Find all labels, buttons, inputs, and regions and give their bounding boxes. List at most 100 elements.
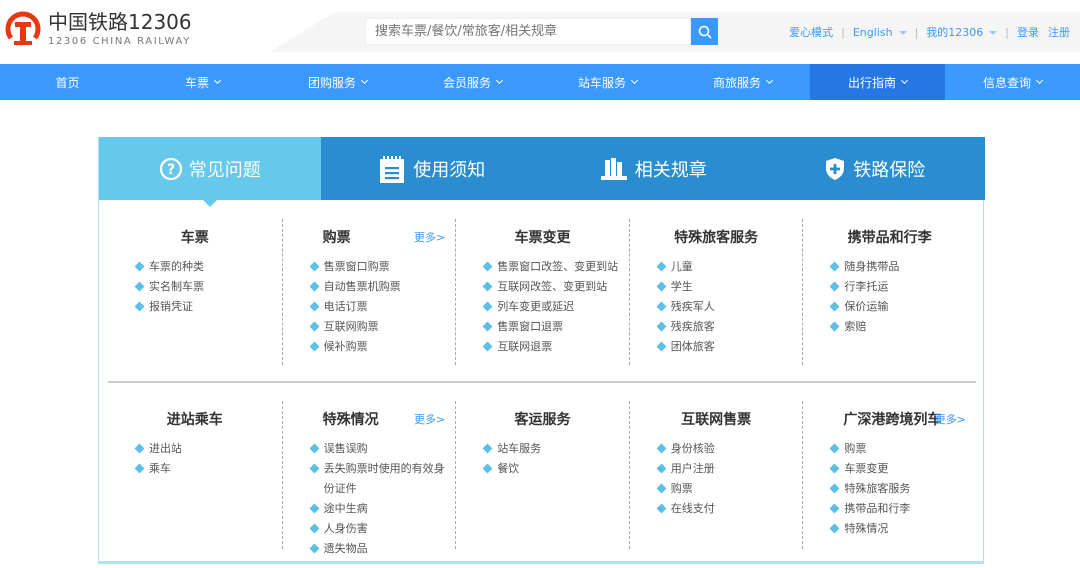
faq-link[interactable]: 特殊旅客服务 xyxy=(830,479,970,499)
faq-link[interactable]: 购票 xyxy=(830,439,970,459)
faq-link[interactable]: 残疾军人 xyxy=(657,297,797,317)
faq-link[interactable]: 售票窗口购票 xyxy=(310,257,450,277)
faq-link[interactable]: 候补购票 xyxy=(310,337,450,357)
main-nav: 首页 车票 团购服务 会员服务 站车服务 商旅服务 出行指南 信息查询 xyxy=(0,64,1080,100)
register-link[interactable]: 注册 xyxy=(1048,24,1070,40)
section-items: 随身携带品 行李托运 保价运输 索赔 xyxy=(830,257,970,337)
section-title[interactable]: 互联网售票 xyxy=(630,409,803,429)
guide-panel: ? 常见问题 使用须知 相关规章 铁路保险 车票车票的种类 实名制车票 报销凭证购票… xyxy=(98,137,986,564)
tab-faq[interactable]: ? 常见问题 xyxy=(99,137,321,207)
tab-usage-notes[interactable]: 使用须知 xyxy=(321,137,543,200)
divider: | xyxy=(841,25,845,39)
header: 中国铁路12306 12306 CHINA RAILWAY 爱心模式 | Eng… xyxy=(0,0,1080,64)
faq-link[interactable]: 携带品和行李 xyxy=(830,499,970,519)
nav-item-label: 站车服务 xyxy=(577,75,626,90)
more-link[interactable]: 更多> xyxy=(414,411,445,427)
search-input[interactable] xyxy=(365,18,691,45)
faq-link[interactable]: 乘车 xyxy=(135,459,276,479)
faq-link[interactable]: 用户注册 xyxy=(657,459,797,479)
nav-item[interactable]: 车票 xyxy=(135,64,270,100)
faq-link[interactable]: 丢失购票时使用的有效身份证件 xyxy=(310,459,450,499)
faq-link[interactable]: 互联网购票 xyxy=(310,317,450,337)
faq-link[interactable]: 残疾旅客 xyxy=(657,317,797,337)
section-title[interactable]: 特殊旅客服务 xyxy=(630,227,803,247)
faq-link[interactable]: 站车服务 xyxy=(483,439,623,459)
tab-label: 使用须知 xyxy=(413,159,486,181)
nav-item[interactable]: 出行指南 xyxy=(810,64,945,100)
faq-link[interactable]: 特殊情况 xyxy=(830,519,970,539)
question-circle-icon: ? xyxy=(159,157,183,181)
faq-link[interactable]: 学生 xyxy=(657,277,797,297)
my12306-menu[interactable]: 我的12306 xyxy=(926,24,998,40)
logo[interactable]: 中国铁路12306 12306 CHINA RAILWAY xyxy=(4,8,192,50)
faq-link[interactable]: 列车变更或延迟 xyxy=(483,297,623,317)
faq-link[interactable]: 身份核验 xyxy=(657,439,797,459)
nav-item[interactable]: 首页 xyxy=(0,64,135,100)
faq-section: 进站乘车进出站 乘车 xyxy=(108,401,282,549)
faq-link[interactable]: 误售误购 xyxy=(310,439,450,459)
faq-link[interactable]: 人身伤害 xyxy=(310,519,450,539)
nav-item[interactable]: 信息查询 xyxy=(945,64,1080,100)
faq-link[interactable]: 进出站 xyxy=(135,439,276,459)
faq-link[interactable]: 电话订票 xyxy=(310,297,450,317)
tab-label: 相关规章 xyxy=(634,159,707,181)
my12306-label: 我的12306 xyxy=(926,26,984,39)
more-link[interactable]: 更多> xyxy=(414,229,445,245)
section-title[interactable]: 进站乘车 xyxy=(108,409,282,429)
faq-link[interactable]: 行李托运 xyxy=(830,277,970,297)
faq-link[interactable]: 自动售票机购票 xyxy=(310,277,450,297)
shield-plus-icon xyxy=(823,157,847,181)
faq-section: 购票 更多> 售票窗口购票 自动售票机购票 电话订票 互联网购票 候补购票 xyxy=(281,219,456,365)
faq-link[interactable]: 售票窗口退票 xyxy=(483,317,623,337)
accessibility-mode-link[interactable]: 爱心模式 xyxy=(789,24,833,40)
chevron-down-icon xyxy=(213,76,222,85)
faq-link[interactable]: 互联网退票 xyxy=(483,337,623,357)
faq-link[interactable]: 购票 xyxy=(657,479,797,499)
faq-link[interactable]: 报销凭证 xyxy=(135,297,276,317)
faq-link[interactable]: 售票窗口改签、变更到站 xyxy=(483,257,623,277)
nav-item[interactable]: 站车服务 xyxy=(540,64,675,100)
search-button[interactable] xyxy=(691,18,718,45)
login-link[interactable]: 登录 xyxy=(1017,24,1039,40)
more-link[interactable]: 更多> xyxy=(935,411,966,427)
faq-section: 特殊情况 更多> 误售误购 丢失购票时使用的有效身份证件 途中生病 人身伤害 遗失物品 xyxy=(281,401,456,555)
faq-link[interactable]: 互联网改签、变更到站 xyxy=(483,277,623,297)
faq-link[interactable]: 随身携带品 xyxy=(830,257,970,277)
tab-railway-insurance[interactable]: 铁路保险 xyxy=(764,137,986,200)
tab-regulations[interactable]: 相关规章 xyxy=(542,137,764,200)
faq-link[interactable]: 保价运输 xyxy=(830,297,970,317)
section-title[interactable]: 车票 xyxy=(108,227,282,247)
faq-link[interactable]: 在线支付 xyxy=(657,499,797,519)
faq-section: 携带品和行李随身携带品 行李托运 保价运输 索赔 xyxy=(802,219,976,365)
logo-title: 中国铁路12306 xyxy=(48,9,192,34)
divider: | xyxy=(914,25,919,39)
section-title[interactable]: 车票变更 xyxy=(456,227,629,247)
faq-link[interactable]: 车票的种类 xyxy=(135,257,276,277)
row-divider xyxy=(108,381,976,383)
logo-subtitle: 12306 CHINA RAILWAY xyxy=(48,35,191,47)
nav-item[interactable]: 会员服务 xyxy=(405,64,540,100)
chevron-down-icon xyxy=(495,76,504,85)
nav-item[interactable]: 商旅服务 xyxy=(675,64,810,100)
faq-link[interactable]: 途中生病 xyxy=(310,499,450,519)
faq-link[interactable]: 团体旅客 xyxy=(657,337,797,357)
search-bar xyxy=(365,18,718,45)
language-selector[interactable]: English xyxy=(853,26,907,39)
section-title[interactable]: 携带品和行李 xyxy=(803,227,976,247)
nav-item-label: 车票 xyxy=(184,75,209,90)
chevron-down-icon xyxy=(630,76,639,85)
caret-down-icon xyxy=(989,31,998,35)
faq-link[interactable]: 车票变更 xyxy=(830,459,970,479)
svg-text:?: ? xyxy=(167,162,175,178)
search-icon xyxy=(698,25,712,39)
section-title[interactable]: 客运服务 xyxy=(456,409,629,429)
section-items: 售票窗口改签、变更到站 互联网改签、变更到站 列车变更或延迟 售票窗口退票 互联网退票 xyxy=(483,257,623,357)
faq-row-1: 车票 车票的种类 实名制车票 报销凭证 购票 更多> 售票窗口购票 自动售票机购票 电话订票 互联… xyxy=(108,219,976,365)
faq-link[interactable]: 遗失物品 xyxy=(310,539,450,559)
faq-link[interactable]: 实名制车票 xyxy=(135,277,276,297)
guide-tabs: ? 常见问题 使用须知 相关规章 铁路保险 xyxy=(99,137,986,207)
faq-link[interactable]: 索赔 xyxy=(830,317,970,337)
faq-link[interactable]: 餐饮 xyxy=(483,459,623,479)
faq-link[interactable]: 儿童 xyxy=(657,257,797,277)
nav-item[interactable]: 团购服务 xyxy=(270,64,405,100)
